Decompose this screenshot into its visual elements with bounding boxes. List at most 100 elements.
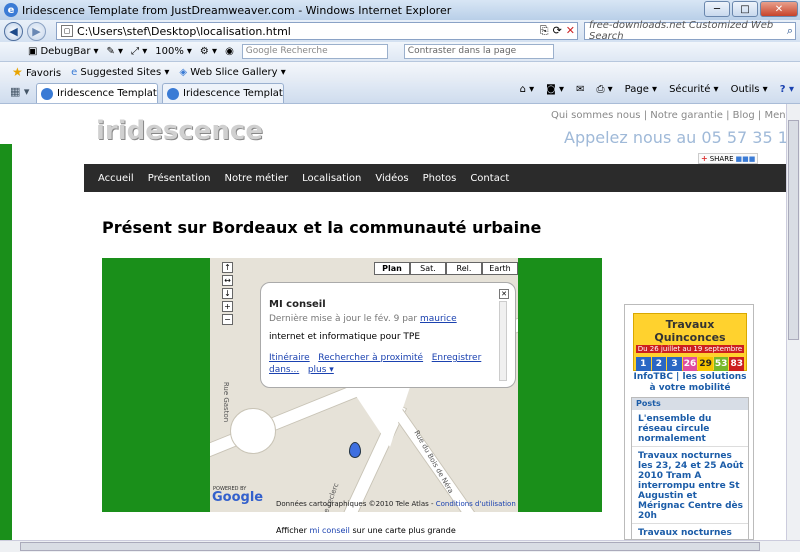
horizontal-scrollbar[interactable] <box>0 540 800 552</box>
travaux-ad[interactable]: Travaux Quinconces Du 26 juillet au 19 s… <box>633 313 747 371</box>
bubble-tail <box>350 387 410 447</box>
search-input[interactable]: free-downloads.net Customized Web Search… <box>584 20 796 42</box>
site-logo[interactable]: iridescence <box>96 116 263 146</box>
menu-localisation[interactable]: Localisation <box>302 173 361 184</box>
main-menu: Accueil Présentation Notre métier Locali… <box>84 164 786 192</box>
line-badge: 1 <box>636 357 651 371</box>
map-marker-icon[interactable] <box>349 442 361 458</box>
command-bar: ⌂ ▾ ◙ ▾ ✉ ⎙ ▾ Page ▾ Sécurité ▾ Outils ▾… <box>520 84 794 95</box>
address-bar[interactable]: ▢ C:\Users\stef\Desktop\localisation.htm… <box>56 22 578 40</box>
google-map[interactable]: Rue du Bois de Néra Rue Gaston ave Lecle… <box>210 258 518 512</box>
back-button[interactable]: ◀ <box>4 21 23 41</box>
info-scrollbar[interactable] <box>499 301 507 381</box>
menu-photos[interactable]: Photos <box>423 173 457 184</box>
tools-menu[interactable]: Outils ▾ <box>731 84 768 95</box>
favorites-button[interactable]: ★ Favoris <box>12 65 61 79</box>
home-icon[interactable]: ⌂ ▾ <box>520 84 535 95</box>
posts-header: Posts <box>632 398 748 410</box>
terms-link[interactable]: Conditions d'utilisation <box>436 500 516 508</box>
refresh-icon[interactable]: ⟳ <box>553 24 562 38</box>
info-window: ✕ MI conseil Dernière mise à jour le fév… <box>260 282 516 388</box>
debugbar-button[interactable]: ▣ DebugBar ▾ <box>28 46 98 57</box>
map-type-plan[interactable]: Plan <box>374 262 410 275</box>
map-type-earth[interactable]: Earth <box>482 262 518 275</box>
pan-down-icon[interactable]: ↓ <box>222 288 233 299</box>
maximize-button[interactable]: □ <box>732 1 758 17</box>
scrollbar-thumb[interactable] <box>20 542 760 551</box>
post-item[interactable]: Travaux nocturnes les 23, 24 et 25 Août … <box>632 447 748 524</box>
zoom-out-icon[interactable]: − <box>222 314 233 325</box>
nearby-link[interactable]: Rechercher à proximité <box>318 353 423 363</box>
page-title: Présent sur Bordeaux et la communauté ur… <box>102 218 542 237</box>
close-icon[interactable]: ✕ <box>499 289 509 299</box>
line-badge: 3 <box>667 357 682 371</box>
favorites-bar: ★ Favoris e Suggested Sites ▾ ◈ Web Slic… <box>0 62 800 82</box>
map-road <box>230 408 276 454</box>
navigation-bar: ◀ ▶ ▢ C:\Users\stef\Desktop\localisation… <box>0 20 800 42</box>
share-label: SHARE <box>709 154 734 163</box>
debugbar-label: DebugBar <box>40 46 91 57</box>
star-icon: ★ <box>12 65 23 79</box>
share-button[interactable]: + SHARE ■■■ <box>698 153 759 164</box>
close-button[interactable]: ✕ <box>760 1 798 17</box>
zoom-in-icon[interactable]: + <box>222 301 233 312</box>
map-type-sat[interactable]: Sat. <box>410 262 446 275</box>
print-icon[interactable]: ⎙ ▾ <box>596 84 612 95</box>
pan-leftright-icon[interactable]: ↔ <box>222 275 233 286</box>
menu-notre-metier[interactable]: Notre métier <box>225 173 289 184</box>
plus-icon: + <box>701 154 708 163</box>
google-logo: Google <box>212 490 264 505</box>
line-badge: 29 <box>698 357 713 371</box>
menu-contact[interactable]: Contact <box>470 173 509 184</box>
feeds-icon[interactable]: ◙ ▾ <box>546 84 564 95</box>
pan-up-icon[interactable]: ↑ <box>222 262 233 273</box>
compat-icon[interactable]: ⎘ <box>540 24 549 38</box>
tab-icon <box>41 87 53 100</box>
eye-icon[interactable]: ◉ <box>225 46 234 57</box>
help-menu[interactable]: ? ▾ <box>780 84 794 95</box>
menu-accueil[interactable]: Accueil <box>98 173 134 184</box>
infotbc-title[interactable]: InfoTBC | les solutions à votre mobilité <box>633 372 747 394</box>
scrollbar-thumb[interactable] <box>788 120 799 340</box>
larger-map-link[interactable]: mi conseil <box>309 526 349 535</box>
post-item[interactable]: L'ensemble du réseau circule normalement <box>632 410 748 447</box>
quick-tabs-icon[interactable]: ▦ ▾ <box>10 85 32 103</box>
search-icon[interactable]: ⌕ <box>787 24 793 38</box>
page-side-strip <box>0 144 12 540</box>
resize-icon[interactable]: ⤢ ▾ <box>131 46 147 57</box>
posts-box: Posts L'ensemble du réseau circule norma… <box>631 397 749 540</box>
author-link[interactable]: maurice <box>420 314 457 324</box>
zoom-dropdown[interactable]: 100% ▾ <box>155 46 192 57</box>
stop-icon[interactable]: ✕ <box>566 24 575 38</box>
place-description: internet et informatique pour TPE <box>269 332 421 342</box>
updated-text: Dernière mise à jour le fév. 9 par <box>269 314 418 324</box>
street-label: Rue Gaston <box>222 381 231 423</box>
security-menu[interactable]: Sécurité ▾ <box>669 84 719 95</box>
forward-button[interactable]: ▶ <box>27 21 46 41</box>
menu-presentation[interactable]: Présentation <box>148 173 211 184</box>
place-updated: Dernière mise à jour le fév. 9 par mauri… <box>269 314 507 324</box>
menu-videos[interactable]: Vidéos <box>375 173 408 184</box>
vertical-scrollbar[interactable] <box>786 104 800 540</box>
minimize-button[interactable]: ─ <box>704 1 730 17</box>
line-badge: 83 <box>729 357 745 371</box>
pen-icon[interactable]: ✎ ▾ <box>106 46 123 57</box>
more-link[interactable]: plus ▾ <box>308 365 334 375</box>
tab-2[interactable]: Iridescence Template from... <box>162 83 284 103</box>
map-type-rel[interactable]: Rel. <box>446 262 482 275</box>
suggested-sites-link[interactable]: e Suggested Sites ▾ <box>71 67 169 78</box>
map-type-switcher: Plan Sat. Rel. Earth <box>374 262 518 275</box>
contrast-dropdown[interactable]: Contraster dans la page <box>403 44 554 59</box>
mail-icon[interactable]: ✉ <box>576 84 584 95</box>
google-search-input[interactable]: Google Recherche <box>241 44 388 59</box>
top-links[interactable]: Qui sommes nous | Notre garantie | Blog … <box>551 110 800 121</box>
post-item[interactable]: Travaux nocturnes <box>632 524 748 540</box>
directions-link[interactable]: Itinéraire <box>269 353 310 363</box>
toolbar: ▣ DebugBar ▾ ✎ ▾ ⤢ ▾ 100% ▾ ⚙ ▾ ◉ Google… <box>0 42 800 62</box>
tab-label: Iridescence Template fr... <box>57 88 157 99</box>
tab-1[interactable]: Iridescence Template fr... <box>36 83 158 103</box>
addons-icon[interactable]: ⚙ ▾ <box>200 46 217 57</box>
favorites-label: Favoris <box>25 68 62 79</box>
web-slice-link[interactable]: ◈ Web Slice Gallery ▾ <box>179 67 285 78</box>
page-menu[interactable]: Page ▾ <box>625 84 657 95</box>
